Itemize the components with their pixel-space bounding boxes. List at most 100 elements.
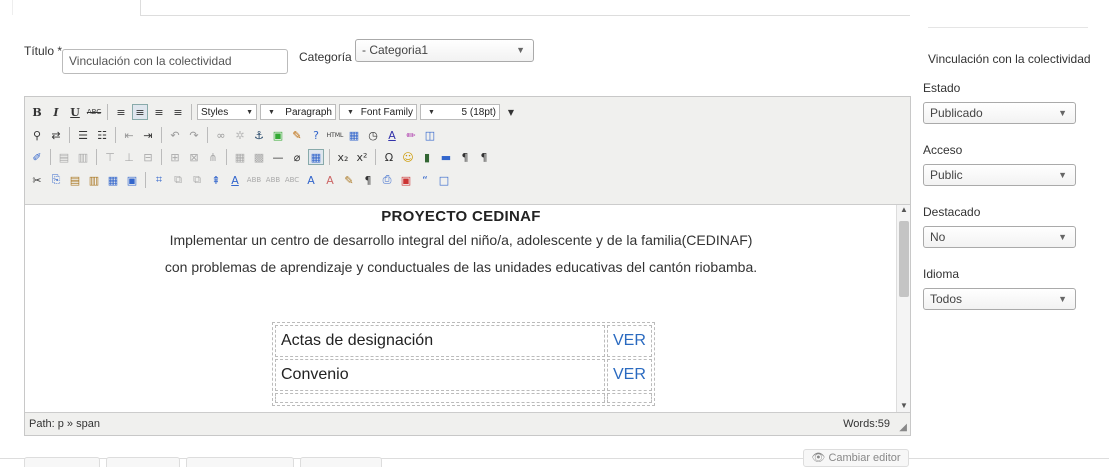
deletion-icon[interactable]: A xyxy=(322,172,338,188)
insert-row-before-icon[interactable]: ⊤ xyxy=(102,149,118,165)
indent-icon[interactable]: ⇥ xyxy=(140,127,156,143)
edit-table-icon[interactable]: ✐ xyxy=(29,149,45,165)
visual-chars-icon[interactable]: ¶ xyxy=(360,172,376,188)
paste-icon[interactable]: ▤ xyxy=(67,172,83,188)
nonbreaking-icon[interactable]: ▣ xyxy=(398,172,414,188)
italic-icon[interactable]: I xyxy=(48,104,64,120)
tab-edge-left xyxy=(12,0,13,15)
unlink-icon[interactable]: ✲ xyxy=(232,127,248,143)
insert-table-icon[interactable]: ▦ xyxy=(308,149,324,165)
chevron-down-icon: ▼ xyxy=(1058,232,1067,242)
emoticon-icon[interactable]: ☺ xyxy=(400,149,416,165)
strikethrough-icon[interactable]: ABC xyxy=(86,104,102,120)
cut-icon[interactable]: ✂ xyxy=(29,172,45,188)
font-family-dropdown[interactable]: ▼ Font Family xyxy=(339,104,417,120)
layer-icon[interactable]: ⌗ xyxy=(151,172,167,188)
element-path[interactable]: Path: p » span xyxy=(29,418,100,430)
abbr-icon[interactable]: ABB xyxy=(265,172,281,188)
page-break-icon[interactable]: ▬ xyxy=(438,149,454,165)
idioma-select[interactable]: Todos ▼ xyxy=(923,288,1076,310)
insert-date-icon[interactable]: ▦ xyxy=(346,127,362,143)
view-link[interactable]: VER xyxy=(607,325,652,357)
insert-time-icon[interactable]: ◷ xyxy=(365,127,381,143)
media-icon[interactable]: ▮ xyxy=(419,149,435,165)
merge-cells-icon[interactable]: ▦ xyxy=(232,149,248,165)
superscript-icon[interactable]: x² xyxy=(354,149,370,165)
cleanup-icon[interactable]: ✎ xyxy=(289,127,305,143)
editor-content[interactable]: PROYECTO CEDINAF Implementar un centro d… xyxy=(25,205,897,413)
link-icon[interactable]: ∞ xyxy=(213,127,229,143)
align-center-icon[interactable]: ≡ xyxy=(132,104,148,120)
attributes-icon[interactable]: ✎ xyxy=(341,172,357,188)
editor-button[interactable] xyxy=(300,457,382,467)
help-icon[interactable]: ? xyxy=(308,127,324,143)
acceso-select[interactable]: Public ▼ xyxy=(923,164,1076,186)
editor-scrollbar[interactable]: ▲ ▼ xyxy=(896,205,910,413)
replace-icon[interactable]: ⇄ xyxy=(48,127,64,143)
insertion-icon[interactable]: A xyxy=(303,172,319,188)
editor-button[interactable] xyxy=(186,457,294,467)
rtl-icon[interactable]: ¶ xyxy=(476,149,492,165)
category-select[interactable]: - Categoria1 ▼ xyxy=(355,39,534,62)
font-size-dropdown[interactable]: ▼ 5 (18pt) xyxy=(420,104,500,120)
ltr-icon[interactable]: ¶ xyxy=(457,149,473,165)
split-cells-icon[interactable]: ⋔ xyxy=(205,149,221,165)
copy-icon[interactable]: ⎘ xyxy=(48,172,64,188)
table-icon[interactable]: ▩ xyxy=(251,149,267,165)
paste-word-icon[interactable]: ▦ xyxy=(105,172,121,188)
move-forward-icon[interactable]: ⧉ xyxy=(170,172,186,188)
template-icon[interactable]: ⎙ xyxy=(379,172,395,188)
editor-button[interactable] xyxy=(24,457,100,467)
styles-dropdown[interactable]: Styles ▼ xyxy=(197,104,257,120)
editor-statusbar: Path: p » span Words:59 ◢ xyxy=(25,412,910,435)
align-justify-icon[interactable]: ≡ xyxy=(170,104,186,120)
cell-props-icon[interactable]: ▥ xyxy=(75,149,91,165)
bullet-list-icon[interactable]: ☰ xyxy=(75,127,91,143)
scroll-up-icon[interactable]: ▲ xyxy=(897,205,911,217)
row-props-icon[interactable]: ▤ xyxy=(56,149,72,165)
chevron-down-icon[interactable]: ▼ xyxy=(503,104,519,120)
title-input[interactable]: Vinculación con la colectividad xyxy=(62,49,288,74)
fullscreen-icon[interactable]: ◫ xyxy=(422,127,438,143)
scrollbar-thumb[interactable] xyxy=(899,221,909,297)
delete-row-icon[interactable]: ⊟ xyxy=(140,149,156,165)
text-color-icon[interactable]: A xyxy=(384,127,400,143)
highlight-color-icon[interactable]: ✏ xyxy=(403,127,419,143)
find-icon[interactable]: ⚲ xyxy=(29,127,45,143)
format-dropdown[interactable]: ▼ Paragraph xyxy=(260,104,336,120)
numbered-list-icon[interactable]: ☷ xyxy=(94,127,110,143)
anchor-icon[interactable]: ⚓ xyxy=(251,127,267,143)
estado-select[interactable]: Publicado ▼ xyxy=(923,102,1076,124)
special-char-icon[interactable]: Ω xyxy=(381,149,397,165)
editor-button[interactable] xyxy=(106,457,180,467)
image-icon[interactable]: ▣ xyxy=(270,127,286,143)
paste-text-icon[interactable]: ▥ xyxy=(86,172,102,188)
outdent-icon[interactable]: ⇤ xyxy=(121,127,137,143)
align-left-icon[interactable]: ≡ xyxy=(113,104,129,120)
underline-icon[interactable]: U xyxy=(67,104,83,120)
html-icon[interactable]: HTML xyxy=(327,127,344,143)
select-all-icon[interactable]: ▣ xyxy=(124,172,140,188)
move-backward-icon[interactable]: ⧉ xyxy=(189,172,205,188)
visual-aid-icon[interactable]: □ xyxy=(436,172,452,188)
view-link[interactable]: VER xyxy=(607,359,652,391)
destacado-select[interactable]: No ▼ xyxy=(923,226,1076,248)
absolute-icon[interactable]: ⇞ xyxy=(208,172,224,188)
align-right-icon[interactable]: ≡ xyxy=(151,104,167,120)
delete-col-icon[interactable]: ⊠ xyxy=(186,149,202,165)
resize-handle-icon[interactable]: ◢ xyxy=(899,422,907,433)
acronym-icon[interactable]: ABC xyxy=(284,172,300,188)
chevron-down-icon: ▼ xyxy=(1058,294,1067,304)
undo-icon[interactable]: ↶ xyxy=(167,127,183,143)
blockquote-icon[interactable]: “ xyxy=(417,172,433,188)
style-props-icon[interactable]: A xyxy=(227,172,243,188)
insert-col-icon[interactable]: ⊞ xyxy=(167,149,183,165)
bold-icon[interactable]: B xyxy=(29,104,45,120)
horizontal-rule-icon[interactable]: — xyxy=(270,149,286,165)
insert-row-after-icon[interactable]: ⊥ xyxy=(121,149,137,165)
cite-icon[interactable]: ABB xyxy=(246,172,262,188)
switch-editor-button[interactable]: 👁 Cambiar editor xyxy=(803,449,909,467)
redo-icon[interactable]: ↷ xyxy=(186,127,202,143)
remove-format-icon[interactable]: ⌀ xyxy=(289,149,305,165)
subscript-icon[interactable]: x₂ xyxy=(335,149,351,165)
